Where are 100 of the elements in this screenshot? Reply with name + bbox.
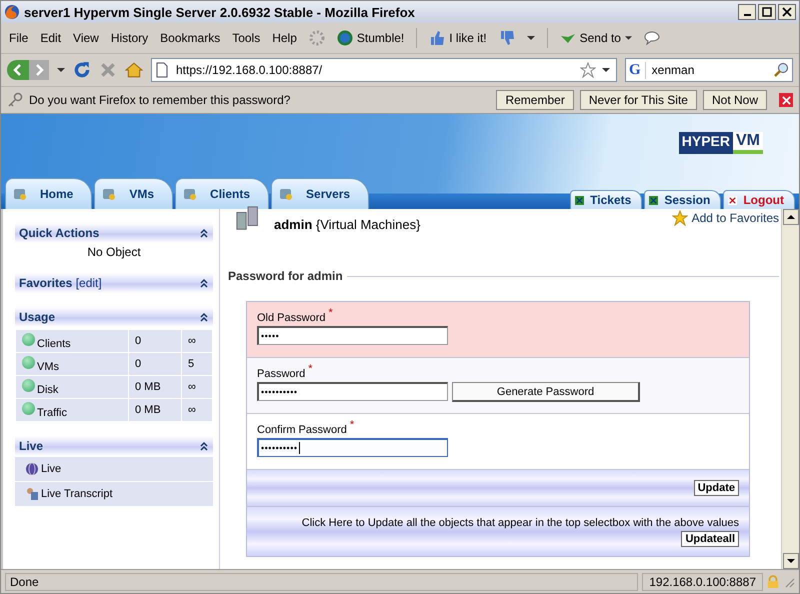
logo: HYPER VM [678, 132, 763, 154]
star-icon[interactable] [580, 62, 596, 78]
address-bar[interactable]: https://192.168.0.100:8887/ [151, 58, 617, 82]
status-text: Done [5, 572, 638, 590]
password-field[interactable]: •••••••••• [257, 438, 448, 457]
required-marker: * [350, 419, 354, 431]
menu-item[interactable]: File [9, 31, 28, 45]
menu-item[interactable]: Bookmarks [160, 31, 220, 45]
update-all-button[interactable]: Updateall [681, 530, 739, 546]
usage-value: 0 [128, 330, 182, 352]
speech-bubble-icon[interactable] [644, 30, 660, 46]
prompt-button[interactable]: Never for This Site [580, 90, 697, 110]
caret-icon[interactable] [602, 68, 610, 72]
field-label: Confirm Password [257, 424, 347, 436]
field-label: Old Password [257, 312, 326, 324]
generate-password-button[interactable]: Generate Password [452, 382, 640, 402]
maximize-button[interactable] [758, 4, 776, 20]
scroll-down-icon[interactable] [782, 553, 798, 569]
empty-message: No Object [86, 244, 142, 259]
usage-limit: ∞ [182, 398, 212, 422]
tab-icon [182, 186, 198, 202]
globe-icon [25, 462, 39, 476]
page-heading: admin {Virtual Machines} [274, 217, 422, 232]
reload-icon[interactable] [73, 61, 91, 79]
menu-item[interactable]: Help [272, 31, 297, 45]
tab-icon [728, 196, 738, 204]
required-marker: * [308, 363, 313, 375]
key-icon [7, 92, 23, 108]
spinner-icon [308, 30, 325, 46]
password-field[interactable]: •••••••••• [257, 382, 448, 401]
nav-tab[interactable]: Home [5, 178, 92, 209]
status-dot-icon [22, 378, 35, 392]
nav-tab[interactable]: Clients [175, 178, 270, 209]
password-prompt: Do you want Firefox to remember this password? [29, 93, 292, 107]
tab-icon [12, 186, 28, 202]
nav-tab[interactable]: Servers [271, 178, 370, 209]
stumble-button[interactable]: Stumble! [336, 30, 404, 46]
back-button[interactable] [7, 60, 29, 80]
status-dot-icon [22, 356, 35, 368]
menu-item[interactable]: History [110, 31, 148, 45]
send-to-button[interactable]: Send to [560, 30, 632, 46]
panel-title: Quick Actions [19, 226, 100, 240]
search-field[interactable]: G xenman [625, 58, 793, 82]
caret-icon[interactable] [526, 36, 535, 40]
nav-tab[interactable]: VMs [94, 178, 174, 209]
header-tab[interactable]: Logout [723, 190, 795, 209]
section-title: Password for admin [228, 269, 343, 283]
tab-icon [575, 196, 584, 204]
update-all-hint: Click Here to Update all the objects that appear in the top selectbox with the above values [302, 516, 739, 528]
password-field[interactable]: ••••• [257, 326, 448, 345]
usage-value: 0 MB [128, 398, 182, 422]
panel-title: Usage [19, 310, 56, 324]
menu-item[interactable]: View [73, 31, 99, 45]
minimize-button[interactable] [738, 4, 756, 20]
scroll-up-icon[interactable] [782, 209, 798, 225]
tab-icon [101, 186, 118, 202]
stumble-logo-icon [336, 30, 353, 46]
home-icon[interactable] [125, 61, 143, 79]
status-dot-icon [22, 332, 35, 346]
header-tab[interactable]: Tickets [570, 190, 642, 209]
prompt-button[interactable]: Remember [496, 90, 574, 110]
thumbs-down-icon[interactable] [498, 30, 515, 46]
thumbs-up-icon [429, 30, 446, 46]
scrollbar[interactable] [781, 209, 799, 569]
usage-value: 0 MB [128, 376, 182, 398]
maximize-icon [762, 7, 772, 17]
resize-grip-icon[interactable] [783, 576, 795, 588]
edit-link[interactable]: [edit] [76, 276, 102, 290]
search-icon[interactable] [773, 62, 789, 78]
collapse-icon[interactable] [199, 312, 209, 322]
live-link[interactable]: Live Transcript [15, 481, 213, 506]
close-button[interactable] [778, 4, 796, 20]
panel-title: Favorites [edit] [19, 276, 102, 290]
usage-name: Disk [37, 384, 58, 396]
usage-limit: 5 [182, 352, 212, 376]
menu-item[interactable]: Edit [40, 31, 62, 45]
page-icon [154, 62, 170, 78]
usage-name: Clients [37, 338, 71, 350]
usage-limit: ∞ [182, 376, 212, 398]
close-icon [782, 96, 790, 104]
collapse-icon[interactable] [199, 228, 209, 238]
collapse-icon[interactable] [199, 441, 209, 451]
prompt-button[interactable]: Not Now [702, 90, 767, 110]
caret-icon[interactable] [57, 68, 65, 72]
lock-icon [767, 574, 779, 588]
tab-icon [649, 196, 658, 204]
header-tab[interactable]: Session [644, 190, 722, 209]
field-label: Password [257, 368, 306, 380]
menu-item[interactable]: Tools [232, 31, 260, 45]
person-document-icon [25, 487, 39, 501]
panel-title: Live [19, 439, 44, 453]
update-button[interactable]: Update [694, 480, 739, 496]
like-button[interactable]: I like it! [429, 30, 487, 46]
caret-icon [624, 36, 632, 40]
add-to-favorites-link[interactable]: Add to Favorites [672, 210, 779, 226]
live-link[interactable]: Live [15, 456, 213, 481]
usage-name: VMs [37, 360, 59, 373]
close-icon [782, 7, 792, 17]
collapse-icon[interactable] [199, 278, 209, 288]
star-icon [672, 210, 688, 226]
